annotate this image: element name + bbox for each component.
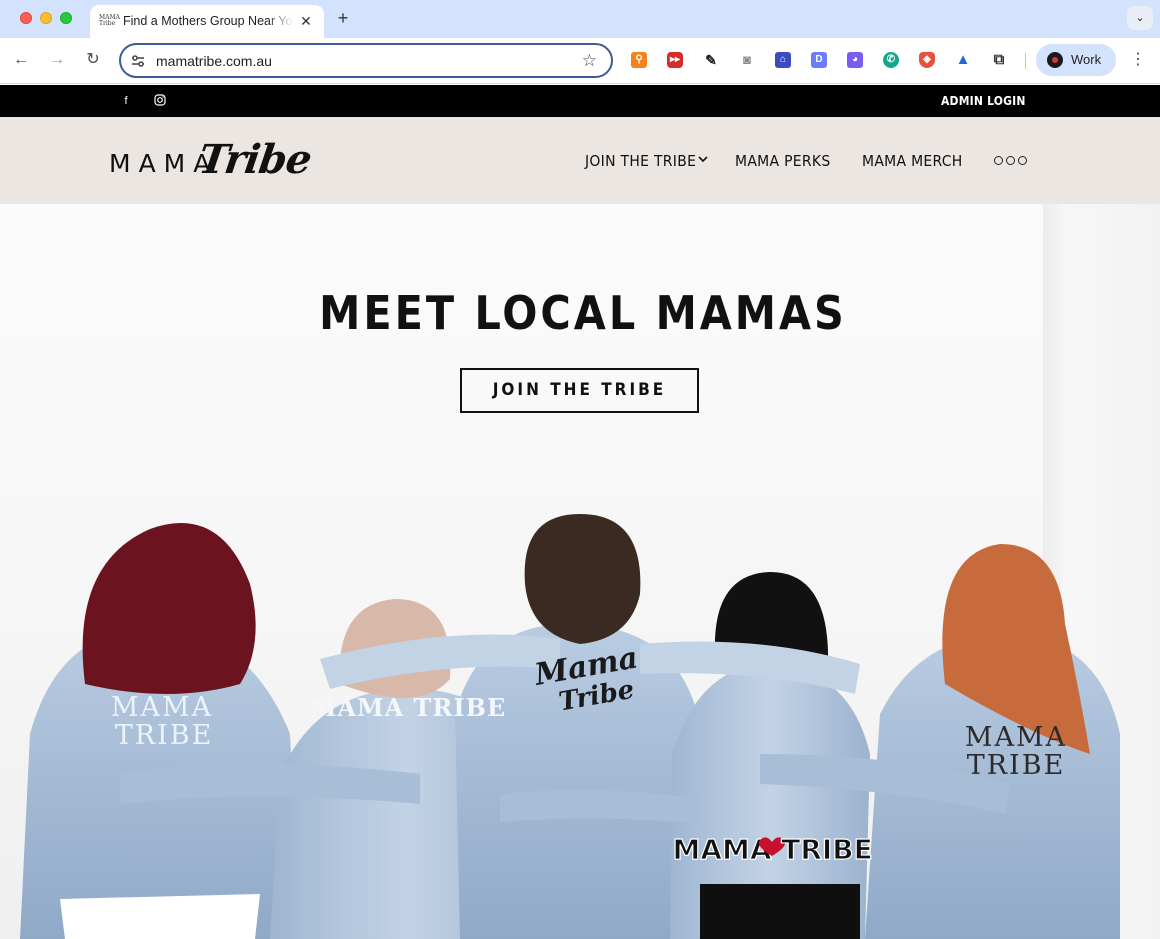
join-the-tribe-button[interactable]: JOIN THE TRIBE [460, 368, 699, 413]
tab-title: Find a Mothers Group Near You [123, 11, 293, 31]
nav-mama-perks[interactable]: MAMA PERKS [735, 150, 830, 172]
jacket-text-tribe-1: TRIBE [115, 720, 214, 751]
chevron-down-icon[interactable] [697, 152, 709, 168]
site-top-bar: f ADMIN LOGIN [0, 85, 1160, 117]
d-extension-icon[interactable]: D [811, 52, 827, 68]
nav-mama-merch[interactable]: MAMA MERCH [862, 150, 963, 172]
hero-section: MEET LOCAL MAMAS JOIN THE TRIBE MAMA TRI… [0, 204, 1160, 939]
pen-extension-icon[interactable]: ✎ [703, 52, 719, 68]
jacket-text-mama-5: MAMA [965, 722, 1067, 753]
site-info-icon[interactable] [130, 53, 146, 69]
reload-icon[interactable]: ↻ [83, 50, 103, 70]
triangle-extension-icon[interactable]: ▲ [955, 52, 971, 68]
forward-icon[interactable]: → [47, 50, 67, 70]
mama-tribe-logo[interactable]: MAMA Tribe [109, 136, 314, 187]
jacket-text-mama-tribe-2: MAMA TRIBE [310, 693, 506, 722]
extensions-puzzle-icon[interactable]: ⧉ [991, 52, 1007, 68]
window-zoom-button[interactable] [60, 12, 72, 24]
browser-toolbar: ← → ↻ mamatribe.com.au ☆ ⚲ ▸▸ ✎ ◙ ⌂ 28 D… [0, 38, 1160, 111]
admin-login-link[interactable]: ADMIN LOGIN [941, 93, 1026, 109]
tab-close-icon[interactable]: ✕ [296, 11, 316, 31]
jacket-text-mama-4: MAMA [672, 833, 771, 866]
nav-join-the-tribe[interactable]: JOIN THE TRIBE [585, 150, 696, 172]
profile-avatar-icon [1047, 52, 1063, 68]
jacket-text-mama-1: MAMA [111, 692, 213, 723]
window-close-button[interactable] [20, 12, 32, 24]
discord-extension-icon[interactable]: ◕ [847, 52, 863, 68]
browser-tab-strip: MAMA Tribe Find a Mothers Group Near You… [0, 0, 1160, 38]
browser-tab-active[interactable]: MAMA Tribe Find a Mothers Group Near You… [90, 5, 324, 38]
hero-photo-five-mamas: MAMA TRIBE MAMA TRIBE Mama Tribe MAMA TR… [20, 514, 1120, 939]
profile-label: Work [1071, 52, 1102, 67]
mama-tribe-favicon-icon: MAMA Tribe [99, 14, 120, 27]
profile-button[interactable]: Work [1036, 44, 1116, 76]
jacket-text-tribe-4: TRIBE [781, 833, 873, 866]
facebook-icon[interactable]: f [119, 94, 133, 108]
window-minimize-button[interactable] [40, 12, 52, 24]
hubspot-extension-icon[interactable]: ⚲ [631, 52, 647, 68]
chat-extension-icon[interactable]: ✆ [883, 52, 899, 68]
hero-title: MEET LOCAL MAMAS [319, 286, 847, 340]
jacket-text-tribe-5: TRIBE [967, 750, 1066, 781]
home-extension-icon[interactable]: ⌂ [775, 52, 791, 68]
shield-extension-icon[interactable]: ◈ [919, 52, 935, 68]
camera-extension-icon[interactable]: ◙ [739, 52, 755, 68]
url-text[interactable]: mamatribe.com.au [156, 52, 272, 70]
back-icon[interactable]: ← [11, 50, 31, 70]
toolbar-separator [1025, 53, 1026, 69]
bookmark-star-icon[interactable]: ☆ [582, 51, 597, 71]
menu-kebab-icon[interactable]: ⋮ [1128, 50, 1148, 70]
new-tab-icon[interactable]: + [333, 8, 353, 28]
more-menu-icon[interactable] [994, 154, 1028, 168]
instagram-icon[interactable] [153, 94, 167, 108]
tab-search-chevron-icon[interactable]: ⌄ [1127, 6, 1153, 30]
address-bar[interactable]: mamatribe.com.au ☆ [119, 43, 613, 78]
site-header: MAMA Tribe JOIN THE TRIBE MAMA PERKS MAM… [0, 117, 1160, 204]
video-extension-icon[interactable]: ▸▸ [667, 52, 683, 68]
logo-tribe-text: Tribe [195, 136, 314, 183]
